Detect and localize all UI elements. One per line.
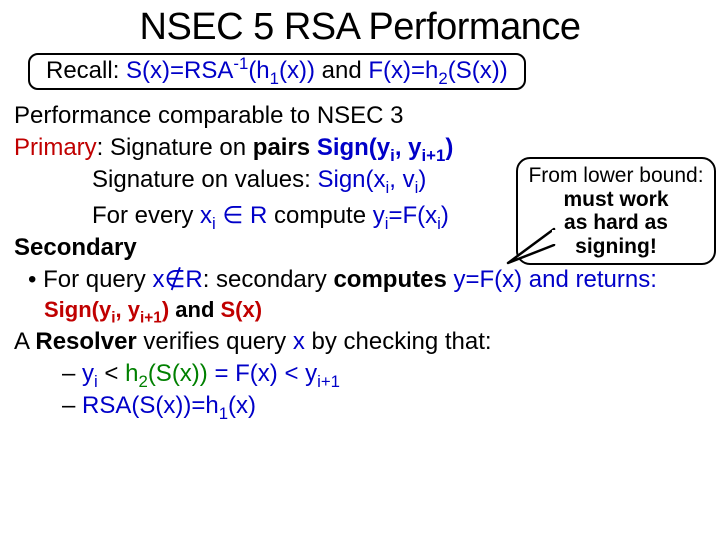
txt: (h xyxy=(248,57,269,84)
txt: A xyxy=(14,328,35,355)
txt: For every xyxy=(92,202,200,229)
line-10: – RSA(S(x))=h1(x) xyxy=(14,390,706,421)
callout-line3: as hard as signing! xyxy=(522,211,710,258)
txt: by checking that: xyxy=(305,328,492,355)
yi-eq: yi=F(xi) xyxy=(373,202,449,229)
txt: , y xyxy=(395,134,422,161)
txt: ) xyxy=(441,202,449,229)
txt: (S(x)) xyxy=(448,57,508,84)
txt: ) xyxy=(445,134,453,161)
primary-label: Primary xyxy=(14,134,97,161)
dash: – xyxy=(62,360,82,387)
x: x xyxy=(293,328,305,355)
sub: 2 xyxy=(438,69,447,88)
eq-fx-lt: = F(x) < xyxy=(208,360,305,387)
sx: S(x) xyxy=(221,297,263,322)
txt: : Signature on xyxy=(97,134,253,161)
sub: 1 xyxy=(270,69,279,88)
txt: and returns: xyxy=(522,266,657,293)
line-9: – yi < h2(S(x)) = F(x) < yi+1 xyxy=(14,358,706,389)
callout-line1: From lower bound: xyxy=(522,164,710,188)
line-1: Performance comparable to NSEC 3 xyxy=(14,100,706,131)
recall-fx: F(x)=h2(S(x)) xyxy=(368,57,507,84)
txt: Signature on values: xyxy=(92,166,317,193)
line-8: A Resolver verifies query x by checking … xyxy=(14,326,706,357)
sub: i+1 xyxy=(422,146,446,165)
txt: Sign(y xyxy=(317,134,390,161)
txt: x xyxy=(200,202,212,229)
txt: ∈ R xyxy=(216,202,268,229)
line-7: Sign(yi, yi+1) and S(x) xyxy=(14,296,706,325)
recall-and: and xyxy=(315,57,368,84)
txt: y xyxy=(373,202,385,229)
txt: • For query xyxy=(28,266,152,293)
rsa-eq: RSA(S(x))=h1(x) xyxy=(82,392,256,419)
and: and xyxy=(175,297,220,322)
y-eq-fx: y=F(x) xyxy=(453,266,522,293)
txt: F(x)=h xyxy=(368,57,438,84)
sub: 1 xyxy=(219,404,228,423)
sub: i+1 xyxy=(317,372,340,391)
txt: , y xyxy=(116,297,140,322)
txt: (x)) xyxy=(279,57,315,84)
page-title: NSEC 5 RSA Performance xyxy=(14,6,706,49)
recall-box: Recall: S(x)=RSA-1(h1(x)) and F(x)=h2(S(… xyxy=(28,53,526,90)
sup: -1 xyxy=(233,54,248,73)
callout-line2: must work xyxy=(522,188,710,212)
h2sx: h2(S(x)) xyxy=(125,360,208,387)
txt: , v xyxy=(389,166,414,193)
lt: < xyxy=(98,360,125,387)
pairs: pairs xyxy=(253,134,317,161)
txt: verifies query xyxy=(143,328,292,355)
dash: – xyxy=(62,392,82,419)
sign-val: Sign(xi, vi) xyxy=(317,166,426,193)
txt: compute xyxy=(267,202,372,229)
sub: i+1 xyxy=(140,310,162,327)
txt: Sign(x xyxy=(317,166,385,193)
slide-container: NSEC 5 RSA Performance Recall: S(x)=RSA-… xyxy=(0,0,720,540)
sign-pair: Sign(yi, yi+1) xyxy=(317,134,454,161)
txt: S(x)=RSA xyxy=(126,57,233,84)
recall-prefix: Recall: xyxy=(46,57,126,84)
sub: 2 xyxy=(138,372,147,391)
txt: RSA(S(x))=h xyxy=(82,392,219,419)
yi: yi xyxy=(82,360,98,387)
recall-sx: S(x)=RSA-1(h1(x)) xyxy=(126,57,315,84)
txt: y xyxy=(82,360,94,387)
computes: computes xyxy=(333,266,453,293)
txt: ) xyxy=(162,297,175,322)
txt: y xyxy=(305,360,317,387)
x-notin-r: x∉R xyxy=(152,266,202,293)
xi: xi ∈ R xyxy=(200,202,267,229)
txt: (S(x)) xyxy=(148,360,208,387)
callout-box: From lower bound: must work as hard as s… xyxy=(516,157,716,265)
txt: h xyxy=(125,360,138,387)
txt: ) xyxy=(418,166,426,193)
txt: (x) xyxy=(228,392,256,419)
resolver: Resolver xyxy=(35,328,143,355)
txt: Sign(y xyxy=(44,297,111,322)
sign-return: Sign(yi, yi+1) xyxy=(44,297,175,322)
txt: =F(x xyxy=(388,202,437,229)
txt: : secondary xyxy=(203,266,334,293)
line-6: • For query x∉R: secondary computes y=F(… xyxy=(14,264,706,295)
yi1: yi+1 xyxy=(305,360,340,387)
